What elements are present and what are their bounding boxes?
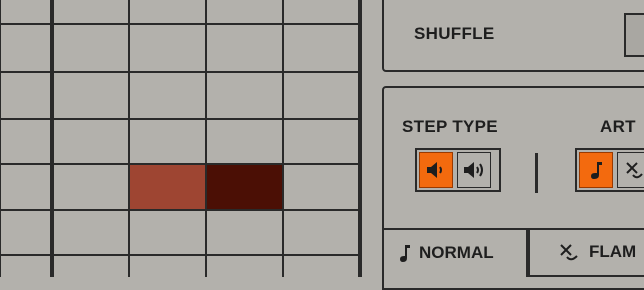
articulation-group	[575, 148, 644, 192]
note-icon	[400, 244, 410, 262]
tab-flam[interactable]: FLAM	[528, 228, 644, 277]
grid-line	[0, 254, 362, 256]
section-divider	[535, 153, 538, 193]
articulation-flam-button[interactable]	[617, 152, 644, 188]
flam-icon	[626, 162, 643, 179]
grid-line	[0, 71, 362, 73]
grid-line	[0, 118, 362, 120]
grid-line	[0, 23, 362, 25]
note-icon	[591, 162, 602, 179]
grid-line	[0, 0, 1, 277]
grid-line	[128, 0, 130, 277]
control-panel: SHUFFLE STEP TYPE ART NORMAL FLAM	[362, 0, 644, 290]
step-grid	[0, 0, 362, 277]
step-type-group	[415, 148, 501, 192]
active-step-cell[interactable]	[130, 165, 205, 209]
grid-beat-line	[50, 0, 54, 277]
articulation-normal-button[interactable]	[579, 152, 613, 188]
flam-icon	[560, 243, 578, 260]
step-type-loud-button[interactable]	[457, 152, 491, 188]
step-type-title: STEP TYPE	[402, 117, 498, 136]
speaker-high-icon	[464, 162, 483, 178]
articulation-title: ART	[600, 117, 636, 136]
tab-flam-label: FLAM	[589, 241, 637, 261]
step-type-soft-button[interactable]	[419, 152, 453, 188]
grid-line	[205, 0, 207, 277]
grid-line	[0, 209, 362, 211]
grid-line	[282, 0, 284, 277]
shuffle-knob-box[interactable]	[624, 13, 644, 57]
speaker-low-icon	[427, 162, 442, 178]
tab-normal[interactable]: NORMAL	[384, 228, 528, 277]
tab-normal-label: NORMAL	[419, 242, 494, 262]
active-step-cell[interactable]	[207, 165, 282, 209]
shuffle-label: SHUFFLE	[414, 24, 495, 43]
